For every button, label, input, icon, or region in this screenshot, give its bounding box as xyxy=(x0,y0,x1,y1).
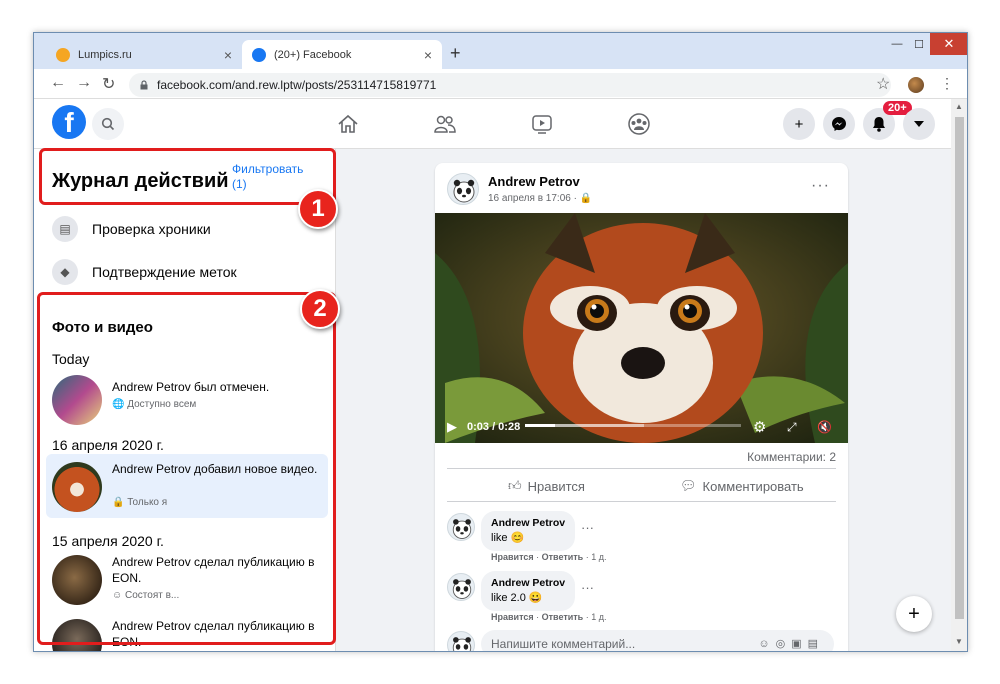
lumpics-favicon-icon xyxy=(56,47,70,62)
comment-input-placeholder: Напишите комментарий... xyxy=(491,637,636,651)
divider xyxy=(447,468,836,469)
menu-item-label: Подтверждение меток xyxy=(92,264,237,280)
menu-item-tag-review[interactable]: ◆ Подтверждение меток xyxy=(52,257,237,287)
comment-like-link[interactable]: Нравится xyxy=(491,612,534,622)
tab-bar: Lumpics.ru × (20+) Facebook × + — ☐ ✕ xyxy=(34,33,967,69)
annotation-badge-1: 1 xyxy=(298,189,338,229)
red-panda-video-frame xyxy=(435,213,848,443)
close-window-button[interactable]: ✕ xyxy=(930,33,967,55)
comment-text: like 2.0 😀 xyxy=(491,592,543,604)
tab-facebook[interactable]: (20+) Facebook × xyxy=(242,40,442,69)
comment-bubble-icon: 💬︎ xyxy=(680,478,697,493)
mute-icon[interactable]: 🔇 xyxy=(817,420,832,434)
tag-icon: ◆ xyxy=(52,259,78,285)
address-bar: ← → ↻ facebook.com/and.rew.lptw/posts/25… xyxy=(34,69,967,99)
facebook-favicon-icon xyxy=(252,47,266,62)
url-text: facebook.com/and.rew.lptw/posts/25311471… xyxy=(157,78,437,92)
scroll-down-arrow-icon[interactable]: ▼ xyxy=(955,637,963,646)
comment-reply-link[interactable]: Ответить xyxy=(542,552,584,562)
timeline-icon: ▤ xyxy=(52,216,78,242)
comment-text: like 😊 xyxy=(491,532,525,544)
comment-input-icons[interactable]: ☺◎▣▤ xyxy=(758,637,824,650)
like-button[interactable]: 👍︎ Нравится xyxy=(508,478,585,494)
comment-author[interactable]: Andrew Petrov xyxy=(491,516,565,531)
my-avatar xyxy=(447,631,475,651)
groups-icon[interactable] xyxy=(627,113,651,135)
menu-item-label: Проверка хроники xyxy=(92,221,211,237)
annotation-box-1 xyxy=(39,148,336,205)
post-card: Andrew Petrov 16 апреля в 17:06 · 🔒 ··· xyxy=(435,163,848,651)
comment-input[interactable]: Напишите комментарий... ☺◎▣▤ xyxy=(481,630,834,651)
video-player[interactable]: ▶ 0:03 / 0:28 ⚙ ⤢ 🔇 xyxy=(435,213,848,443)
commenter-avatar[interactable] xyxy=(447,513,475,541)
tab-label: Lumpics.ru xyxy=(78,48,132,61)
messenger-icon[interactable] xyxy=(823,108,855,140)
thumbs-up-icon: 👍︎ xyxy=(508,478,522,493)
tab-label: (20+) Facebook xyxy=(274,48,352,61)
comment-options-button[interactable]: ··· xyxy=(581,580,594,595)
comment-bubble: Andrew Petrov like 2.0 😀 xyxy=(481,571,576,611)
comment-actions: Нравится · Ответить · 1 д. xyxy=(491,552,607,562)
like-label: Нравится xyxy=(527,478,585,494)
fullscreen-icon[interactable]: ⤢ xyxy=(787,420,797,435)
lock-icon xyxy=(140,80,148,90)
author-avatar[interactable] xyxy=(447,173,479,205)
annotation-box-2 xyxy=(37,292,336,645)
minimize-button[interactable]: — xyxy=(886,33,908,55)
friends-icon[interactable] xyxy=(433,113,457,135)
page-scrollbar[interactable]: ▲ ▼ xyxy=(951,99,967,651)
menu-item-timeline-review[interactable]: ▤ Проверка хроники xyxy=(52,214,211,244)
new-tab-button[interactable]: + xyxy=(450,43,461,64)
facebook-header: f + 20+ xyxy=(34,99,951,149)
create-button[interactable]: + xyxy=(783,108,815,140)
maximize-button[interactable]: ☐ xyxy=(908,33,930,55)
tab-lumpics[interactable]: Lumpics.ru × xyxy=(46,40,242,69)
comment-reply-link[interactable]: Ответить xyxy=(542,612,584,622)
comment-options-button[interactable]: ··· xyxy=(581,520,594,535)
tab-close-icon[interactable]: × xyxy=(424,47,432,63)
bookmark-star-icon[interactable]: ☆ xyxy=(876,74,890,94)
divider xyxy=(447,501,836,502)
comment-actions: Нравится · Ответить · 1 д. xyxy=(491,612,607,622)
watch-icon[interactable] xyxy=(530,113,554,135)
comment-author[interactable]: Andrew Petrov xyxy=(491,576,565,591)
comment-time: 1 д. xyxy=(591,552,607,562)
back-button[interactable]: ← xyxy=(50,74,66,92)
commenter-avatar[interactable] xyxy=(447,573,475,601)
comment-button[interactable]: 💬︎ Комментировать xyxy=(680,478,804,494)
reload-button[interactable]: ↻ xyxy=(102,74,115,94)
search-icon[interactable] xyxy=(92,108,124,140)
browser-menu-icon[interactable]: ⋮ xyxy=(940,75,954,92)
home-icon[interactable] xyxy=(336,113,360,135)
play-icon[interactable]: ▶ xyxy=(447,419,457,435)
scrollbar-thumb[interactable] xyxy=(955,117,964,619)
comment-time: 1 д. xyxy=(591,612,607,622)
url-field[interactable]: facebook.com/and.rew.lptw/posts/25311471… xyxy=(129,73,891,97)
video-controls: ▶ 0:03 / 0:28 ⚙ ⤢ 🔇 xyxy=(435,411,848,443)
post-author-name[interactable]: Andrew Petrov xyxy=(488,174,580,189)
annotation-badge-2: 2 xyxy=(300,289,340,329)
new-message-button[interactable]: + xyxy=(896,596,932,632)
post-date[interactable]: 16 апреля в 17:06 · 🔒 xyxy=(488,193,592,204)
video-time: 0:03 / 0:28 xyxy=(467,421,521,433)
tab-close-icon[interactable]: × xyxy=(224,47,232,63)
profile-avatar[interactable] xyxy=(908,77,924,93)
comments-count-link[interactable]: Комментарии: 2 xyxy=(747,450,836,464)
post-more-options-button[interactable]: ··· xyxy=(811,177,830,195)
scroll-up-arrow-icon[interactable]: ▲ xyxy=(955,102,963,111)
comment-label: Комментировать xyxy=(702,478,804,494)
account-menu-caret-icon[interactable] xyxy=(903,108,935,140)
facebook-logo[interactable]: f xyxy=(52,105,86,139)
forward-button[interactable]: → xyxy=(76,74,92,92)
comment-bubble: Andrew Petrov like 😊 xyxy=(481,511,576,551)
comment-like-link[interactable]: Нравится xyxy=(491,552,534,562)
settings-gear-icon[interactable]: ⚙ xyxy=(753,418,766,436)
